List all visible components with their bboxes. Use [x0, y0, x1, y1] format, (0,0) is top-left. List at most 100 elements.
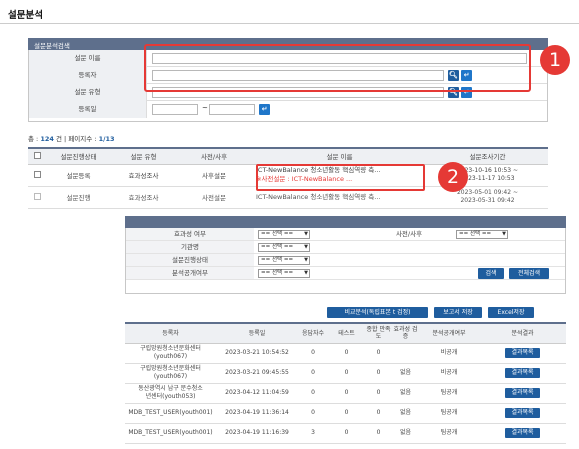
total-unit: 건 [55, 135, 62, 143]
chevron-down-icon: ▼ [304, 231, 308, 237]
col-reg-date: 등록일 [216, 322, 298, 344]
row-registrant: MDB_TEST_USER(youth001) [125, 423, 216, 444]
row-result-cell: 결과목록 [479, 383, 566, 404]
status-select[interactable]: == 선택 == ▼ [258, 256, 310, 265]
effect-label: 효과성 여부 [126, 228, 254, 240]
result-list-button[interactable]: 결과목록 [505, 368, 540, 378]
filter-panel-body: 효과성 여부 == 선택 == ▼ 사전/사후 == 선택 == ▼ 기관명 == … [125, 228, 566, 294]
row-public: 팀공개 [419, 403, 479, 424]
row-name-link[interactable]: ICT-NewBalance 청소년활동 핵심역량 측... [256, 193, 427, 202]
registrant-line1: MDB_TEST_USER(youth001) [128, 409, 213, 416]
page-label: 페이지수 : [68, 135, 99, 143]
row-respondents: 0 [298, 363, 328, 384]
result-list-button[interactable]: 결과목록 [505, 348, 540, 358]
row-type: 효과성조사 [111, 186, 176, 209]
row-date: 2023-04-19 11:36:14 [216, 403, 298, 424]
reg-date-from-input[interactable] [152, 104, 198, 115]
date-separator: ~ [202, 104, 208, 112]
col-satisfaction: 종합 만족도 [365, 322, 392, 344]
filter-row-status: 설문진행상태 == 선택 == ▼ [126, 254, 565, 267]
summary-divider: | [64, 135, 67, 143]
row-test: 0 [328, 343, 365, 364]
col-status: 설문진행상태 [46, 147, 111, 165]
org-select[interactable]: == 선택 == ▼ [258, 243, 310, 252]
row-respondents: 0 [298, 383, 328, 404]
row-satisfaction: 0 [365, 423, 392, 444]
table-row: 구립망원청소년문화센터 (youth067) 2023-03-21 09:45:5… [125, 363, 566, 384]
row-checkbox[interactable] [33, 192, 41, 200]
row-test: 0 [328, 423, 365, 444]
row-satisfaction: 0 [365, 383, 392, 404]
public-select-value: == 선택 == [261, 270, 294, 276]
col-prepost: 사전/사후 [176, 147, 252, 165]
search-button[interactable]: 검색 [478, 268, 504, 279]
reg-date-row: 등록일 ~ ↵ [29, 101, 547, 118]
return-arrow-icon: ↵ [261, 105, 268, 113]
effect-select-value: == 선택 == [261, 231, 294, 237]
registrant-line1: 구립망원청소년문화센터 [140, 345, 201, 352]
row-registrant: 구립망원청소년문화센터 (youth067) [125, 363, 216, 384]
row-date: 2023-03-21 09:45:55 [216, 363, 298, 384]
row-public: 팀공개 [419, 423, 479, 444]
row-public: 비공개 [419, 363, 479, 384]
registrant-line2: 년센터(youth053) [145, 393, 196, 400]
row-respondents: 3 [298, 423, 328, 444]
survey-name-label: 설문 이름 [29, 50, 147, 67]
status-select-value: == 선택 == [261, 257, 294, 263]
search-all-button[interactable]: 전체검색 [509, 268, 549, 279]
prepost-select[interactable]: == 선택 == ▼ [456, 230, 508, 239]
analysis-result-table: 등록자 등록일 응답자수 테스트 종합 만족도 효과성 검증 분석공개여부 분석… [125, 322, 566, 444]
row-test: 0 [328, 363, 365, 384]
row-result-cell: 결과목록 [479, 403, 566, 424]
marker-2: 2 [438, 162, 468, 192]
select-all-cell[interactable] [28, 147, 46, 165]
col-respondents: 응답자수 [298, 322, 328, 344]
col-period: 설문조사기간 [427, 147, 548, 165]
row-effect: 없음 [392, 363, 419, 384]
public-select[interactable]: == 선택 == ▼ [258, 269, 310, 278]
save-report-button[interactable]: 보고서 저장 [434, 307, 482, 318]
row-effect [392, 343, 419, 364]
highlight-box-1 [144, 44, 531, 92]
filter-row-effect: 효과성 여부 == 선택 == ▼ 사전/사후 == 선택 == ▼ [126, 228, 565, 241]
org-label: 기관명 [126, 241, 254, 253]
table-row: 구립망원청소년문화센터 (youth067) 2023-03-21 10:54:5… [125, 343, 566, 364]
table-row: MDB_TEST_USER(youth001) 2023-04-19 11:16… [125, 423, 566, 444]
excel-save-button[interactable]: Excel저장 [488, 307, 534, 318]
row-date: 2023-03-21 10:54:52 [216, 343, 298, 364]
reg-date-to-input[interactable] [209, 104, 255, 115]
row-result-cell: 결과목록 [479, 343, 566, 364]
result-summary: 총 : 124 건 | 페이지수 : 1/13 [28, 133, 115, 143]
org-select-value: == 선택 == [261, 244, 294, 250]
chevron-down-icon: ▼ [304, 270, 308, 276]
row-prepost: 사후설문 [176, 164, 252, 187]
survey-table-header: 설문진행상태 설문 유형 사전/사후 설문 이름 설문조사기간 [28, 147, 548, 165]
highlight-box-2 [256, 164, 425, 191]
row-date: 2023-04-19 11:16:39 [216, 423, 298, 444]
status-label: 설문진행상태 [126, 254, 254, 266]
row-respondents: 0 [298, 343, 328, 364]
row-public: 팀공개 [419, 383, 479, 404]
col-effect: 효과성 검증 [392, 322, 419, 344]
row-result-cell: 결과목록 [479, 423, 566, 444]
result-list-button[interactable]: 결과목록 [505, 428, 540, 438]
result-list-button[interactable]: 결과목록 [505, 408, 540, 418]
row-registrant: 구립망원청소년문화센터 (youth067) [125, 343, 216, 364]
row-test: 0 [328, 383, 365, 404]
effect-select[interactable]: == 선택 == ▼ [258, 230, 310, 239]
result-list-button[interactable]: 결과목록 [505, 388, 540, 398]
row-public: 비공개 [419, 343, 479, 364]
compare-analysis-button[interactable]: 비교분석(독립표본 t 검정) [327, 307, 428, 318]
marker-1: 1 [540, 45, 570, 75]
col-test: 테스트 [328, 322, 365, 344]
row-checkbox[interactable] [33, 170, 41, 178]
col-name: 설문 이름 [252, 147, 427, 165]
registrant-line1: 동산광역시 남구 문수청소 [138, 385, 203, 392]
page-count: 1/13 [98, 135, 115, 143]
registrant-line1: 구립망원청소년문화센터 [140, 365, 201, 372]
select-all-checkbox[interactable] [33, 151, 41, 159]
registrant-label: 등록자 [29, 67, 147, 84]
row-satisfaction: 0 [365, 403, 392, 424]
reg-date-reset-button[interactable]: ↵ [259, 104, 270, 115]
col-registrant: 등록자 [125, 322, 216, 344]
